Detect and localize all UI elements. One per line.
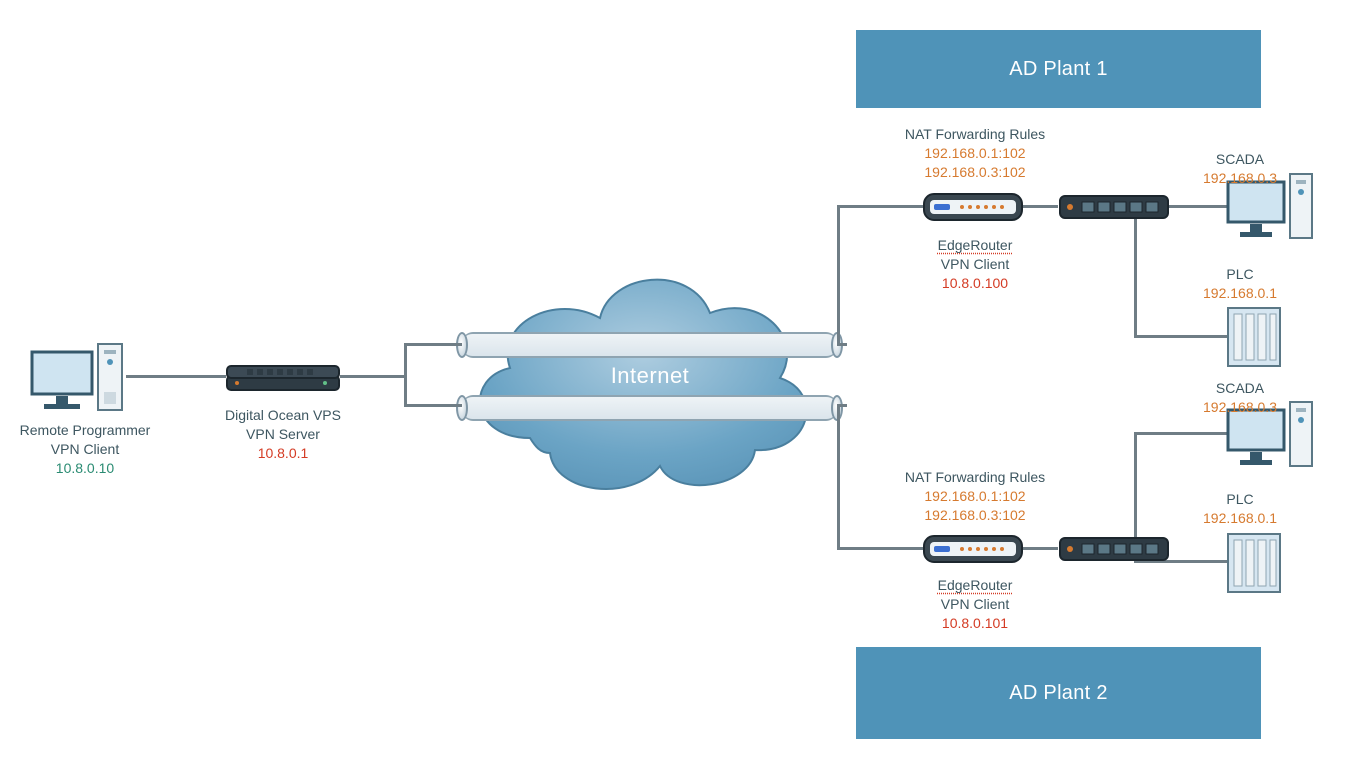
wire-vps-to-top-pipe xyxy=(404,343,462,346)
wire-vps-to-bottom-pipe xyxy=(404,404,462,407)
scada1-label: SCADA 192.168.0.3 xyxy=(1180,150,1300,188)
edge1-sub: VPN Client xyxy=(900,255,1050,274)
edge2-title: EdgeRouter xyxy=(900,576,1050,595)
edge1-nat-rule1: 192.168.0.1:102 xyxy=(880,144,1070,163)
edge2-nat-block: NAT Forwarding Rules 192.168.0.1:102 192… xyxy=(880,468,1070,525)
edgerouter2-icon xyxy=(922,532,1024,568)
wire-switch2-branch-v xyxy=(1134,432,1137,550)
wire-to-edge2 xyxy=(837,547,923,550)
edge1-title: EdgeRouter xyxy=(900,236,1050,255)
programmer-label: Remote Programmer VPN Client 10.8.0.10 xyxy=(0,421,170,478)
wire-switch1-plc1 xyxy=(1134,335,1232,338)
wire-switch1-branch-v xyxy=(1134,205,1137,338)
wire-vps-branch-h xyxy=(340,375,406,378)
edge1-ip: 10.8.0.100 xyxy=(900,274,1050,293)
vps-ip: 10.8.0.1 xyxy=(200,444,366,463)
plc1-label: PLC 192.168.0.1 xyxy=(1180,265,1300,303)
edge1-nat-rule2: 192.168.0.3:102 xyxy=(880,163,1070,182)
plc1-icon xyxy=(1226,306,1282,368)
plc2-icon xyxy=(1226,532,1282,594)
edge2-label: EdgeRouter VPN Client 10.8.0.101 xyxy=(900,576,1050,633)
internet-label: Internet xyxy=(560,363,740,389)
wire-bottom-pipe-down-v xyxy=(837,404,840,550)
wire-vps-branch-v xyxy=(404,343,407,407)
plc1-ip: 192.168.0.1 xyxy=(1180,284,1300,303)
workstation-icon xyxy=(28,342,128,416)
edge2-nat-rule1: 192.168.0.1:102 xyxy=(880,487,1070,506)
edge2-nat-rule2: 192.168.0.3:102 xyxy=(880,506,1070,525)
scada2-ip: 192.168.0.3 xyxy=(1180,398,1300,417)
programmer-ip: 10.8.0.10 xyxy=(0,459,170,478)
edge2-sub: VPN Client xyxy=(900,595,1050,614)
plc2-label: PLC 192.168.0.1 xyxy=(1180,490,1300,528)
edge2-nat-title: NAT Forwarding Rules xyxy=(880,468,1070,487)
vps-label: Digital Ocean VPS VPN Server 10.8.0.1 xyxy=(200,406,366,463)
banner-ad-plant-2: AD Plant 2 xyxy=(856,647,1261,739)
scada1-title: SCADA xyxy=(1180,150,1300,169)
wire-switch2-scada2 xyxy=(1134,432,1232,435)
plc2-ip: 192.168.0.1 xyxy=(1180,509,1300,528)
switch2-icon xyxy=(1058,534,1170,564)
edge1-nat-block: NAT Forwarding Rules 192.168.0.1:102 192… xyxy=(880,125,1070,182)
vpn-tunnel-top-icon xyxy=(462,332,837,358)
plc1-title: PLC xyxy=(1180,265,1300,284)
scada2-title: SCADA xyxy=(1180,379,1300,398)
wire-edge1-switch1 xyxy=(1023,205,1058,208)
edgerouter1-icon xyxy=(922,190,1024,226)
vpn-tunnel-bottom-icon xyxy=(462,395,837,421)
wire-programmer-vps xyxy=(126,375,226,378)
programmer-sub: VPN Client xyxy=(0,440,170,459)
vps-title: Digital Ocean VPS xyxy=(200,406,366,425)
wire-to-edge1 xyxy=(837,205,923,208)
wire-edge2-switch2 xyxy=(1023,547,1058,550)
scada1-ip: 192.168.0.3 xyxy=(1180,169,1300,188)
vps-router-icon xyxy=(225,360,341,396)
edge1-nat-title: NAT Forwarding Rules xyxy=(880,125,1070,144)
wire-top-pipe-out-h xyxy=(837,343,847,346)
scada2-label: SCADA 192.168.0.3 xyxy=(1180,379,1300,417)
vps-sub: VPN Server xyxy=(200,425,366,444)
programmer-title: Remote Programmer xyxy=(0,421,170,440)
switch1-icon xyxy=(1058,192,1170,222)
plc2-title: PLC xyxy=(1180,490,1300,509)
edge2-ip: 10.8.0.101 xyxy=(900,614,1050,633)
edge1-label: EdgeRouter VPN Client 10.8.0.100 xyxy=(900,236,1050,293)
wire-top-pipe-up-v xyxy=(837,205,840,346)
banner-ad-plant-1: AD Plant 1 xyxy=(856,30,1261,108)
diagram-canvas: AD Plant 1 AD Plant 2 Internet xyxy=(0,0,1345,757)
